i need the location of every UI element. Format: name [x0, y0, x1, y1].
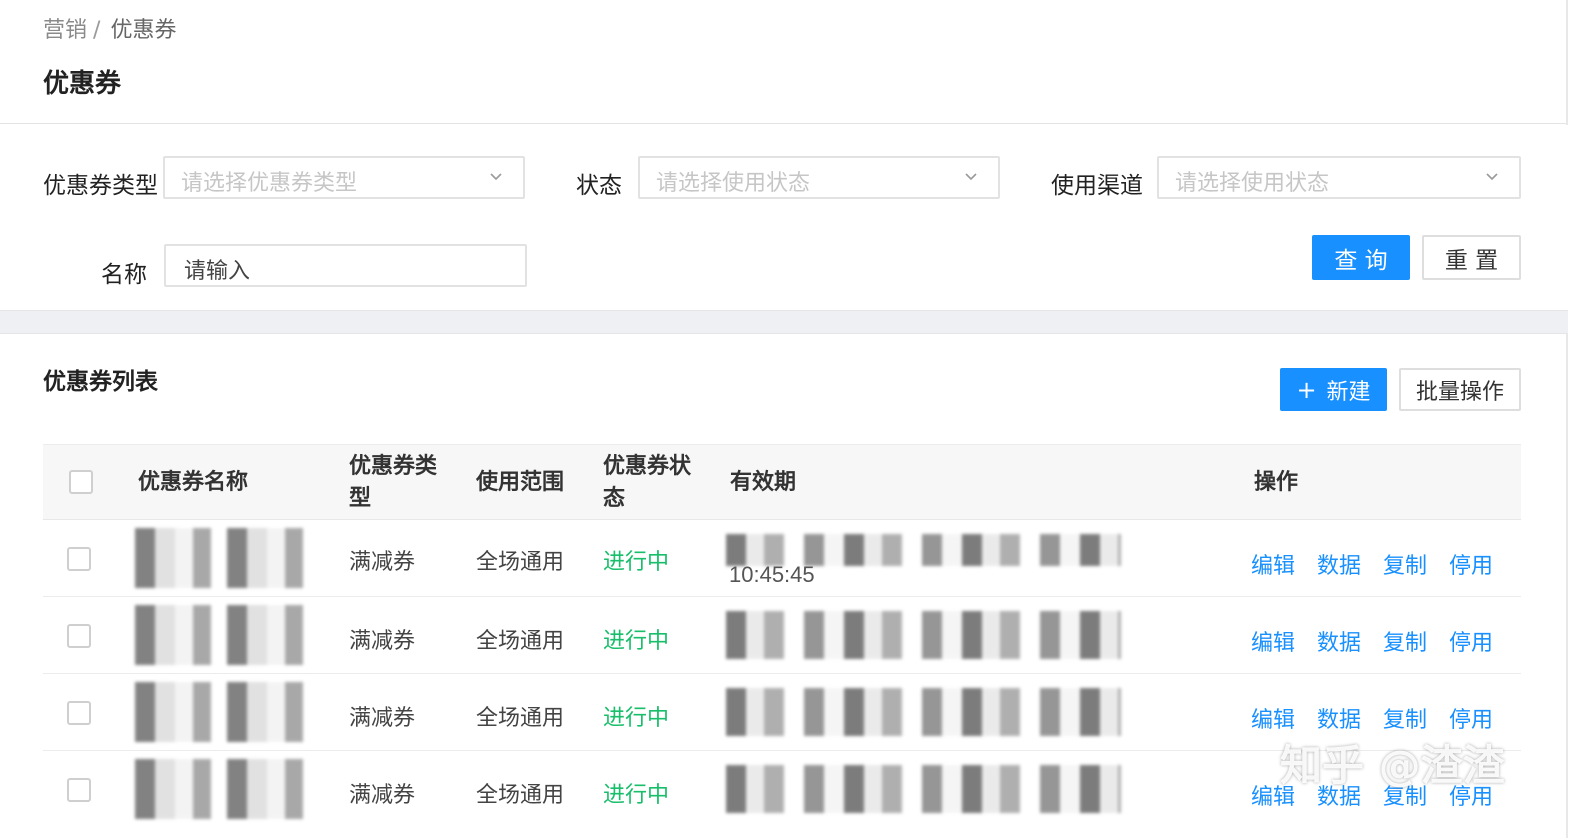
table-header: 优惠券名称 优惠券类型 使用范围 优惠券状态 有效期 操作: [43, 444, 1521, 520]
reset-button[interactable]: 重 置: [1422, 235, 1521, 280]
page-title: 优惠券: [43, 69, 122, 99]
disable-link[interactable]: 停用: [1449, 548, 1493, 580]
coupon-name-redacted: [135, 682, 315, 742]
coupon-type-select[interactable]: 请选择优惠券类型: [163, 156, 525, 199]
coupon-type: 满减券: [349, 550, 416, 575]
col-status: 优惠券状态: [603, 454, 692, 511]
row-checkbox[interactable]: [67, 701, 91, 725]
col-actions: 操作: [1254, 470, 1299, 495]
plus-icon: +: [1296, 375, 1317, 404]
data-link[interactable]: 数据: [1317, 702, 1361, 734]
name-input[interactable]: 请输入: [164, 244, 527, 287]
coupon-name-redacted: [135, 605, 315, 665]
col-scope: 使用范围: [476, 470, 565, 495]
chevron-down-icon: [1486, 173, 1498, 181]
col-validity: 有效期: [730, 470, 797, 495]
coupon-scope: 全场通用: [476, 629, 565, 654]
channel-select[interactable]: 请选择使用状态: [1157, 156, 1521, 199]
row-checkbox[interactable]: [67, 778, 91, 802]
disable-link[interactable]: 停用: [1449, 625, 1493, 657]
coupon-type: 满减券: [349, 629, 416, 654]
query-button[interactable]: 查 询: [1312, 235, 1410, 280]
breadcrumb: 营销 / 优惠券: [43, 12, 176, 44]
status-label: 状态: [576, 173, 622, 199]
copy-link[interactable]: 复制: [1383, 702, 1427, 734]
status-badge: 进行中: [603, 550, 670, 575]
coupon-type-placeholder: 请选择优惠券类型: [181, 171, 358, 196]
section-divider: [0, 310, 1568, 334]
batch-operation-button[interactable]: 批量操作: [1399, 368, 1521, 411]
table-row: 满减券 全场通用 进行中 10:45:45 编辑 数据 复制 停用: [43, 520, 1521, 597]
coupon-type: 满减券: [349, 706, 416, 731]
watermark: 知乎 @渣渣: [1280, 741, 1505, 790]
coupon-scope: 全场通用: [476, 550, 565, 575]
edit-link[interactable]: 编辑: [1251, 548, 1295, 580]
list-title: 优惠券列表: [43, 369, 158, 395]
coupon-scope: 全场通用: [476, 783, 565, 808]
status-badge: 进行中: [603, 783, 670, 808]
copy-link[interactable]: 复制: [1383, 548, 1427, 580]
validity-redacted: [726, 688, 1121, 736]
page-header: [0, 0, 1568, 124]
row-checkbox[interactable]: [67, 547, 91, 571]
status-placeholder: 请选择使用状态: [656, 171, 811, 196]
col-type: 优惠券类型: [349, 454, 438, 511]
new-button-label: 新建: [1326, 379, 1371, 405]
chevron-down-icon: [965, 173, 977, 181]
status-badge: 进行中: [603, 629, 670, 654]
coupon-scope: 全场通用: [476, 706, 565, 731]
coupon-name-redacted: [135, 528, 315, 588]
edit-link[interactable]: 编辑: [1251, 625, 1295, 657]
name-label: 名称: [101, 262, 147, 288]
edit-link[interactable]: 编辑: [1251, 702, 1295, 734]
table-row: 满减券 全场通用 进行中 编辑 数据 复制 停用: [43, 597, 1521, 674]
validity-time: 10:45:45: [729, 562, 815, 587]
copy-link[interactable]: 复制: [1383, 625, 1427, 657]
col-name: 优惠券名称: [138, 470, 249, 495]
breadcrumb-separator: /: [93, 18, 101, 43]
chevron-down-icon: [490, 173, 502, 181]
new-coupon-button[interactable]: + 新建: [1280, 368, 1387, 411]
validity-redacted: [726, 611, 1121, 659]
coupon-type-label: 优惠券类型: [43, 173, 158, 199]
disable-link[interactable]: 停用: [1449, 702, 1493, 734]
channel-placeholder: 请选择使用状态: [1175, 171, 1330, 196]
breadcrumb-current: 优惠券: [110, 18, 177, 43]
select-all-checkbox[interactable]: [69, 470, 93, 494]
channel-label: 使用渠道: [1051, 173, 1143, 199]
status-badge: 进行中: [603, 706, 670, 731]
data-link[interactable]: 数据: [1317, 625, 1361, 657]
row-checkbox[interactable]: [67, 624, 91, 648]
breadcrumb-parent[interactable]: 营销: [43, 18, 87, 43]
coupon-name-redacted: [135, 759, 315, 819]
name-input-value: 请输入: [184, 259, 251, 284]
status-select[interactable]: 请选择使用状态: [638, 156, 1000, 199]
validity-redacted: [726, 765, 1121, 813]
coupon-type: 满减券: [349, 783, 416, 808]
data-link[interactable]: 数据: [1317, 548, 1361, 580]
